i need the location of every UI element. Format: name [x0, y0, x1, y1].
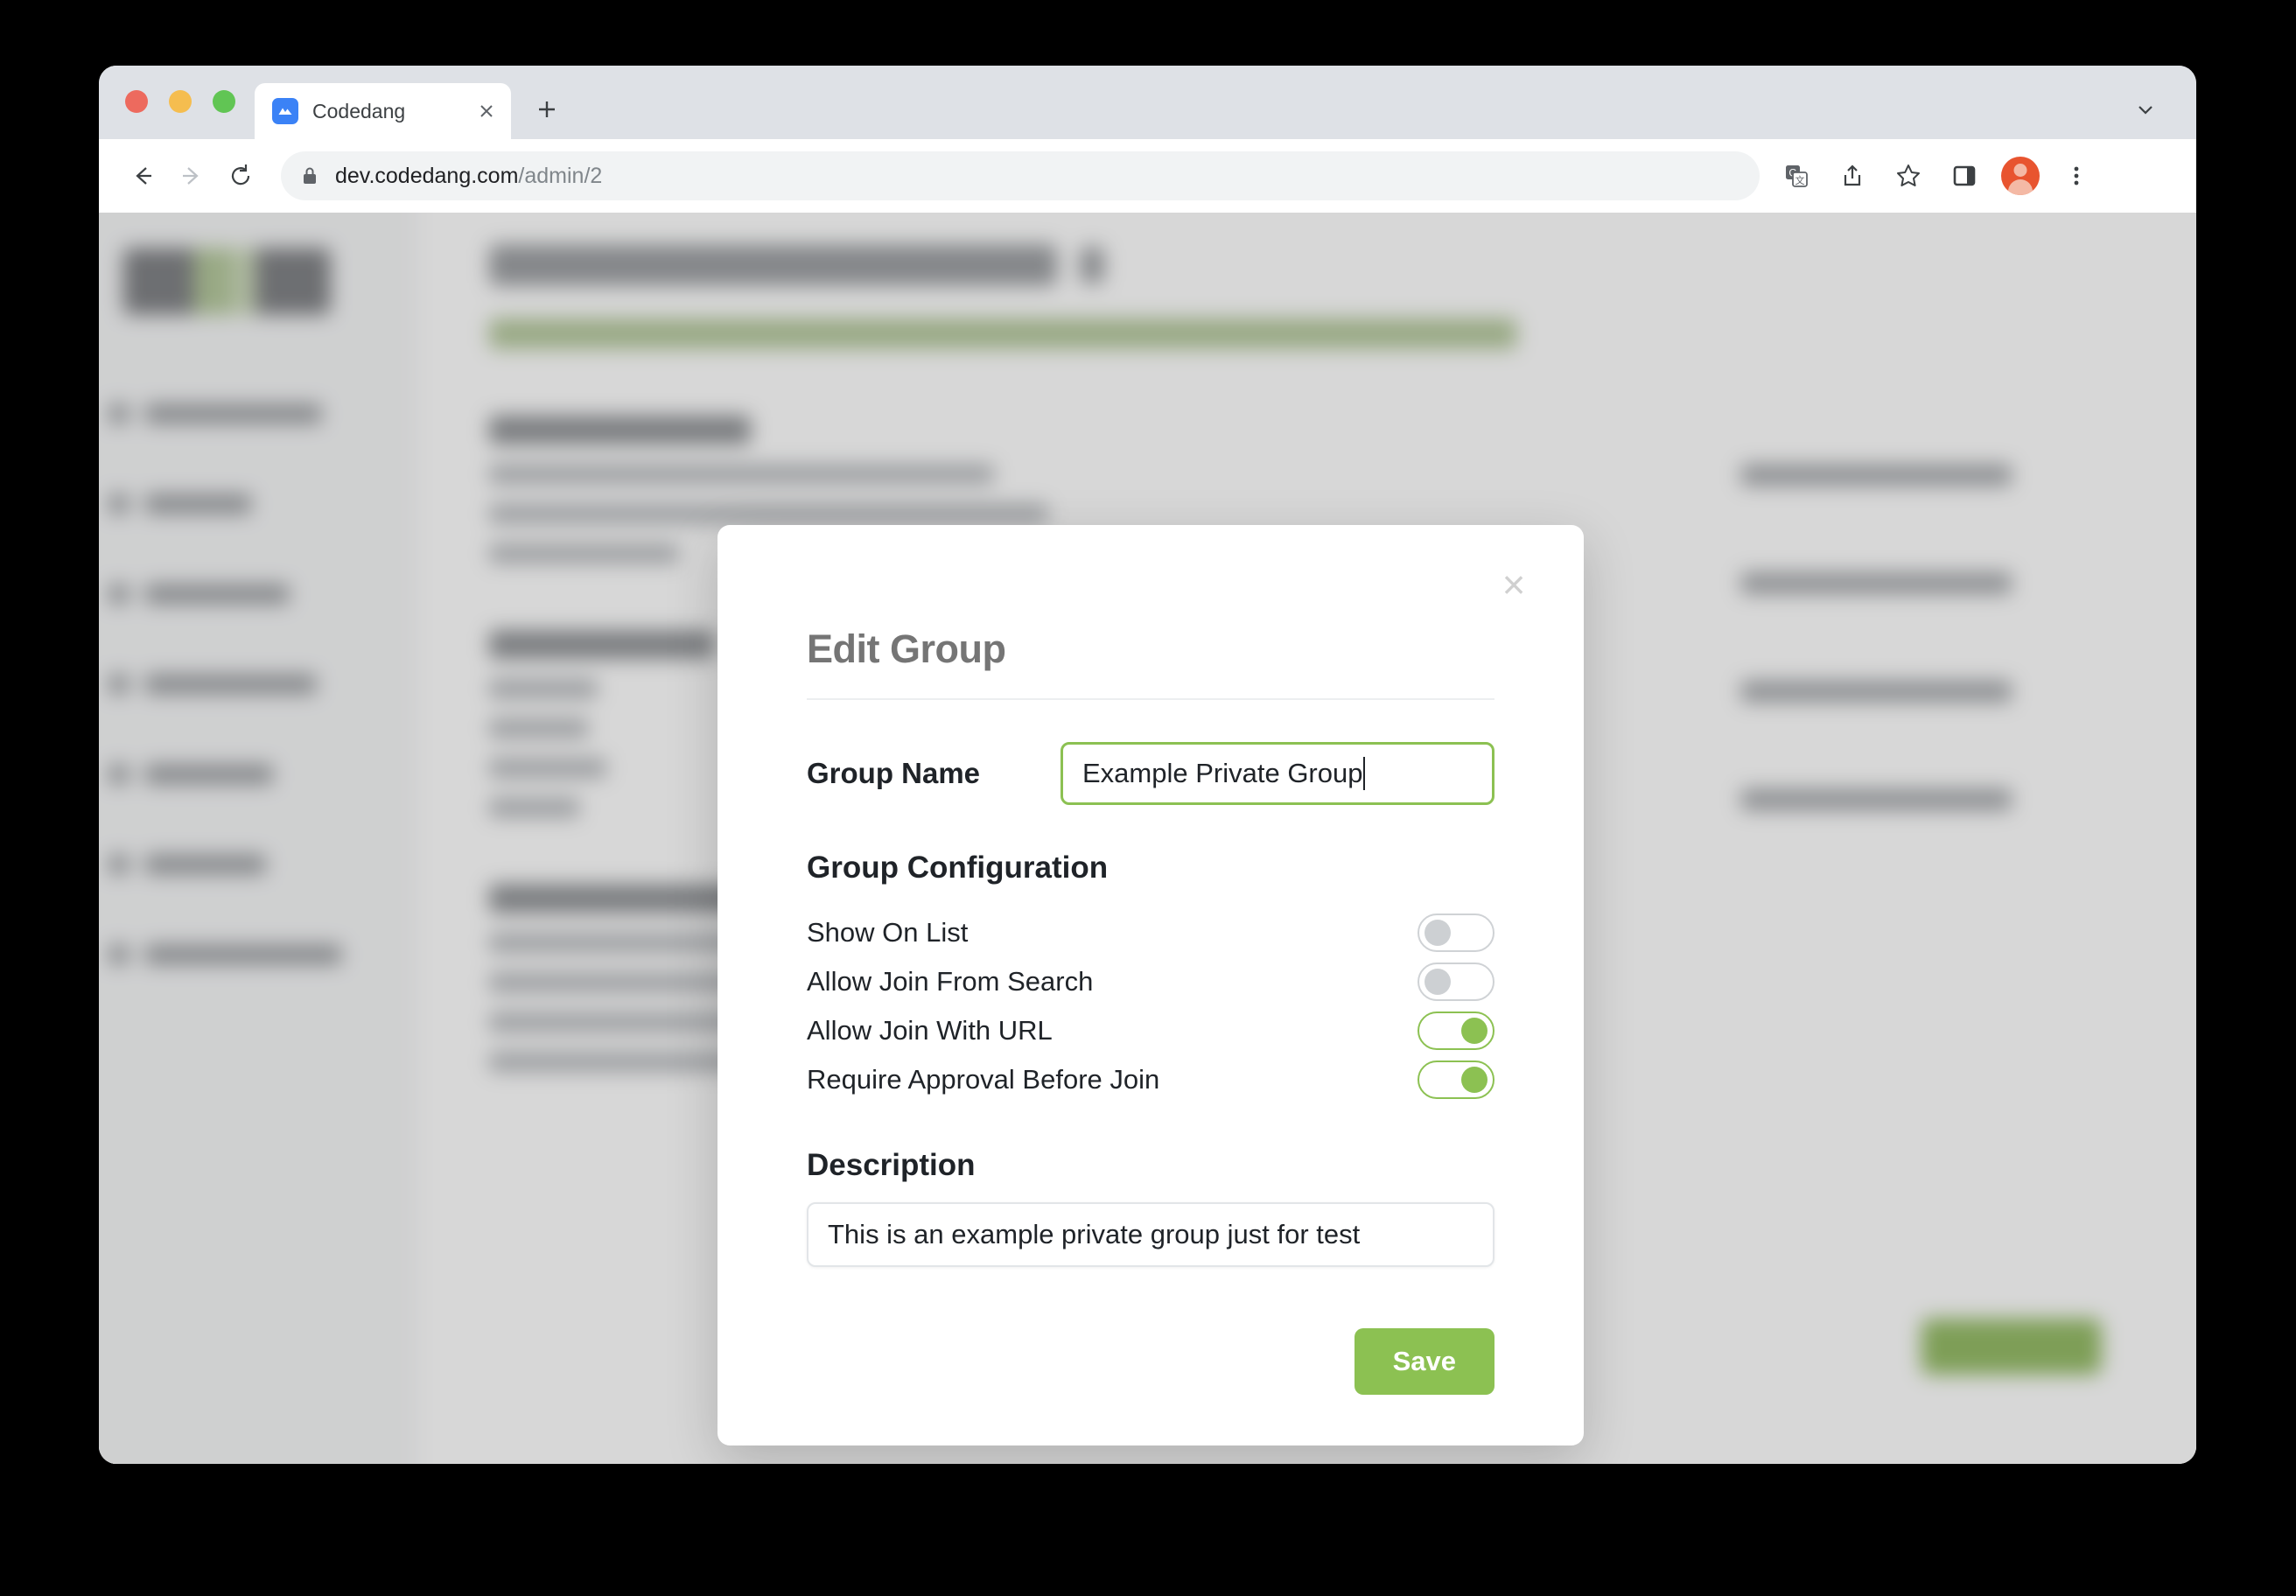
- allow-join-with-url-toggle[interactable]: [1418, 1012, 1494, 1050]
- url-domain: dev.codedang.com: [335, 163, 519, 188]
- browser-toolbar: dev.codedang.com/admin/2 G 文: [99, 139, 2196, 213]
- toggle-row: Allow Join From Search: [807, 957, 1494, 1006]
- browser-window: Codedang dev.codedang.com/admin/2 文 × Ed…: [99, 66, 2196, 1464]
- minimize-window-button[interactable]: [169, 90, 192, 113]
- arrow-right-icon[interactable]: [167, 151, 216, 200]
- group-name-value: Example Private Group: [1082, 758, 1363, 788]
- modal-footer: Save: [807, 1328, 1494, 1395]
- svg-text:文: 文: [1796, 174, 1805, 186]
- address-bar[interactable]: dev.codedang.com/admin/2: [281, 151, 1760, 200]
- codedang-logo-icon: [272, 98, 298, 124]
- group-configuration-heading: Group Configuration: [807, 850, 1109, 885]
- allow-join-from-search-toggle[interactable]: [1418, 962, 1494, 1001]
- browser-tab[interactable]: Codedang: [255, 83, 511, 139]
- more-menu-icon[interactable]: [2052, 151, 2101, 200]
- description-block: Description This is an example private g…: [807, 1148, 1494, 1267]
- chevron-down-icon[interactable]: [2128, 92, 2163, 127]
- require-approval-before-join-toggle[interactable]: [1418, 1060, 1494, 1099]
- group-name-label: Group Name: [807, 757, 981, 789]
- group-configuration-toggles: Show On List Allow Join From Search Allo…: [807, 908, 1494, 1104]
- close-icon[interactable]: ×: [1488, 558, 1540, 611]
- close-icon[interactable]: [474, 99, 499, 123]
- group-name-field-row: Group Name Example Private Group: [807, 742, 1494, 805]
- arrow-left-icon[interactable]: [118, 151, 167, 200]
- toggle-knob: [1424, 920, 1451, 946]
- save-button[interactable]: Save: [1354, 1328, 1494, 1395]
- toolbar-actions: G 文: [1772, 151, 2101, 200]
- toggle-label: Show On List: [807, 917, 969, 948]
- toggle-knob: [1461, 1067, 1488, 1093]
- window-traffic-lights: [125, 90, 235, 113]
- toggle-knob: [1424, 969, 1451, 995]
- modal-title: Edit Group: [807, 626, 1006, 671]
- close-window-button[interactable]: [125, 90, 148, 113]
- share-icon[interactable]: [1828, 151, 1877, 200]
- lock-icon: [300, 165, 319, 186]
- tab-title: Codedang: [312, 99, 406, 122]
- translate-icon[interactable]: G 文: [1772, 151, 1821, 200]
- side-panel-icon[interactable]: [1940, 151, 1989, 200]
- address-bar-url: dev.codedang.com/admin/2: [335, 164, 602, 189]
- group-name-input[interactable]: Example Private Group: [1060, 742, 1494, 805]
- toggle-label: Allow Join From Search: [807, 966, 1094, 997]
- bookmark-star-icon[interactable]: [1884, 151, 1933, 200]
- description-input[interactable]: This is an example private group just fo…: [807, 1202, 1494, 1267]
- reload-icon[interactable]: [216, 151, 265, 200]
- description-heading: Description: [807, 1148, 976, 1182]
- show-on-list-toggle[interactable]: [1418, 914, 1494, 952]
- toggle-row: Allow Join With URL: [807, 1006, 1494, 1055]
- toggle-label: Allow Join With URL: [807, 1015, 1053, 1046]
- url-path: /admin/2: [518, 163, 603, 188]
- plus-icon[interactable]: [528, 90, 566, 129]
- toggle-knob: [1461, 1018, 1488, 1044]
- modal-divider: [807, 698, 1494, 700]
- edit-group-modal: × Edit Group Group Name Example Private …: [718, 525, 1584, 1446]
- toggle-row: Show On List: [807, 908, 1494, 957]
- profile-avatar[interactable]: [2001, 157, 2040, 195]
- page-viewport: × Edit Group Group Name Example Private …: [99, 213, 2196, 1464]
- maximize-window-button[interactable]: [213, 90, 235, 113]
- text-caret: [1363, 757, 1366, 790]
- tab-strip: Codedang: [99, 66, 2196, 139]
- toggle-row: Require Approval Before Join: [807, 1055, 1494, 1104]
- toggle-label: Require Approval Before Join: [807, 1064, 1160, 1095]
